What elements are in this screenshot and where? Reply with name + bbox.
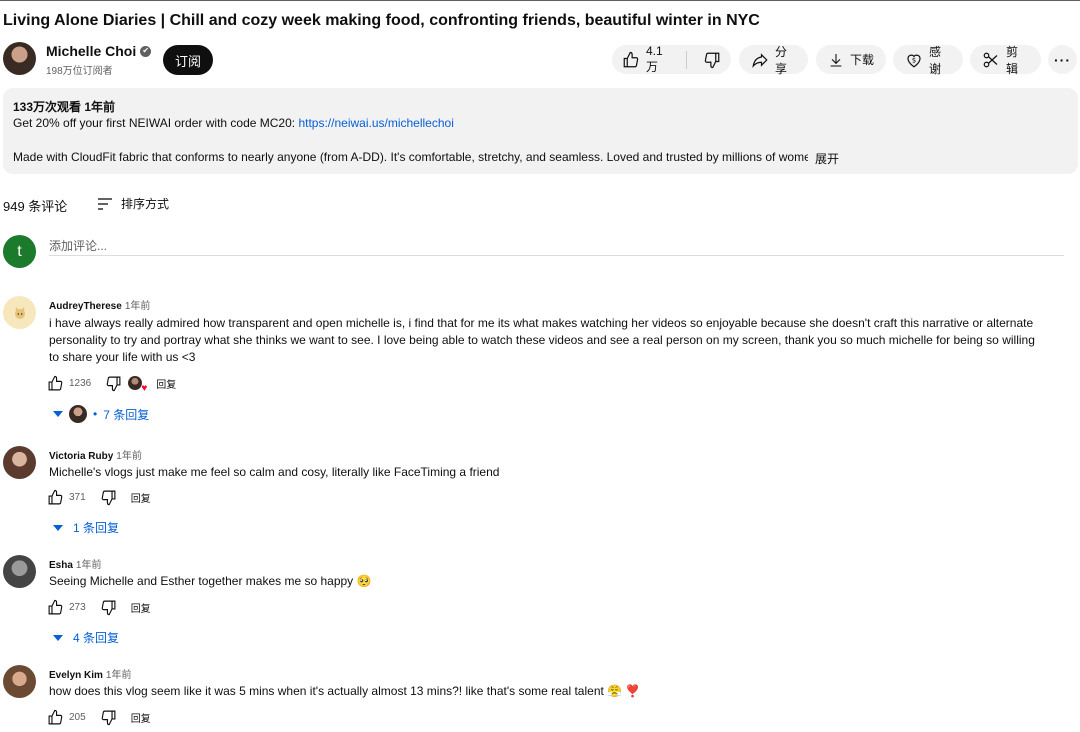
subscriber-count: 198万位订阅者: [46, 66, 113, 77]
creator-reply-avatar: [69, 405, 87, 423]
comment-time[interactable]: 1年前: [106, 670, 132, 681]
reply-button[interactable]: 回复: [156, 376, 176, 391]
description-box[interactable]: 133万次观看 1年前 Get 20% off your first NEIWA…: [3, 88, 1078, 174]
like-count: 4.1万: [646, 44, 663, 74]
comment-time[interactable]: 1年前: [116, 451, 142, 462]
comment-like-count: 205: [69, 711, 86, 723]
verified-icon: ✔: [140, 45, 152, 57]
replies-label: 1 条回复: [73, 521, 120, 535]
comment-actions: 1236 ♥ 回复: [47, 374, 176, 394]
sort-icon: [98, 197, 112, 210]
like-dislike-pill: 4.1万: [612, 44, 731, 74]
thumbs-down-icon[interactable]: [105, 375, 122, 392]
description-body: Made with CloudFit fabric that conforms …: [13, 150, 808, 164]
comment-author-avatar[interactable]: [3, 296, 36, 329]
comment-header: Esha 1年前: [49, 556, 101, 571]
comment-text: i have always really admired how transpa…: [49, 316, 1035, 364]
comment-author[interactable]: Esha: [49, 560, 73, 571]
view-replies-button[interactable]: 4 条回复: [53, 629, 119, 646]
channel-name[interactable]: Michelle Choi: [46, 43, 136, 59]
top-divider: [0, 0, 1080, 1]
thumbs-up-icon[interactable]: [47, 375, 64, 392]
my-avatar: t: [3, 235, 36, 268]
expand-description-button[interactable]: 展开: [815, 150, 839, 167]
comment-header: Victoria Ruby 1年前: [49, 447, 142, 462]
sort-comments-button[interactable]: 排序方式: [97, 195, 169, 212]
more-actions-button[interactable]: ···: [1048, 45, 1077, 74]
thumbs-down-icon[interactable]: [100, 709, 117, 726]
thumbs-up-icon[interactable]: [47, 599, 64, 616]
subscribe-button[interactable]: 订阅: [163, 45, 213, 75]
thanks-label: 感谢: [929, 44, 942, 76]
comment-count: 949 条评论: [3, 199, 68, 214]
replies-dot: •: [93, 407, 98, 421]
like-button[interactable]: 4.1万: [612, 44, 680, 74]
creator-heart-badge: ♥: [128, 376, 147, 394]
thanks-heart-dollar-icon: $: [907, 54, 921, 67]
download-button[interactable]: 下载: [816, 45, 886, 74]
add-comment-input[interactable]: [49, 236, 1064, 256]
thumbs-down-icon[interactable]: [100, 489, 117, 506]
channel-name-row[interactable]: Michelle Choi ✔: [46, 43, 152, 59]
view-count-date: 133万次观看 1年前: [13, 100, 116, 114]
dislike-button[interactable]: [693, 45, 731, 74]
comment-like-count: 273: [69, 601, 86, 613]
chevron-down-icon: [53, 634, 63, 641]
reply-button[interactable]: 回复: [131, 600, 151, 615]
thumbs-up-icon: [623, 51, 639, 67]
comment-actions: 371 回复: [47, 488, 151, 506]
comment-header: Evelyn Kim 1年前: [49, 666, 131, 681]
comment-author[interactable]: Evelyn Kim: [49, 670, 103, 681]
chevron-down-icon: [53, 411, 63, 417]
share-label: 分享: [775, 44, 788, 76]
comment-author-avatar[interactable]: [3, 555, 36, 588]
sort-label: 排序方式: [121, 197, 170, 211]
comment-header: AudreyTherese 1年前: [49, 297, 150, 312]
view-replies-button[interactable]: 1 条回复: [53, 519, 119, 536]
thumbs-down-icon: [704, 52, 720, 68]
share-icon: [752, 52, 768, 68]
comment-author[interactable]: AudreyTherese: [49, 301, 122, 312]
download-label: 下载: [850, 53, 875, 67]
reply-button[interactable]: 回复: [131, 710, 151, 725]
comment-author-avatar[interactable]: [3, 446, 36, 479]
chevron-down-icon: [53, 524, 63, 531]
reply-button[interactable]: 回复: [131, 490, 151, 505]
promo-link[interactable]: https://neiwai.us/michellechoi: [298, 116, 453, 130]
comment-time[interactable]: 1年前: [76, 560, 102, 571]
comment-time[interactable]: 1年前: [125, 301, 151, 312]
channel-avatar[interactable]: [3, 42, 36, 75]
clip-label: 剪辑: [1006, 44, 1019, 76]
heart-icon: ♥: [141, 383, 148, 394]
comment-like-count: 1236: [69, 377, 92, 389]
comment-text: Seeing Michelle and Esther together make…: [49, 574, 372, 588]
like-separator: [686, 50, 687, 69]
download-icon: [830, 53, 842, 67]
promo-text: Get 20% off your first NEIWAI order with…: [13, 116, 299, 130]
svg-text:$: $: [912, 56, 916, 64]
comment-like-count: 371: [69, 491, 86, 503]
replies-label: 4 条回复: [73, 631, 120, 645]
scissors-icon: [983, 52, 998, 67]
comment-author[interactable]: Victoria Ruby: [49, 451, 113, 462]
thumbs-up-icon[interactable]: [47, 709, 64, 726]
share-button[interactable]: 分享: [739, 44, 808, 76]
comment-actions: 273 回复: [47, 598, 151, 616]
comment-text: how does this vlog seem like it was 5 mi…: [49, 684, 641, 698]
clip-button[interactable]: 剪辑: [970, 44, 1041, 76]
replies-label: 7 条回复: [103, 407, 150, 422]
comment-actions: 205 回复: [47, 708, 151, 726]
comment-text: Michelle's vlogs just make me feel so ca…: [49, 465, 500, 479]
cat-illustration-icon: [14, 306, 25, 319]
video-title: Living Alone Diaries | Chill and cozy we…: [3, 12, 760, 29]
view-replies-button[interactable]: • 7 条回复: [53, 405, 149, 423]
thumbs-up-icon[interactable]: [47, 489, 64, 506]
description-promo: Get 20% off your first NEIWAI order with…: [13, 116, 454, 130]
thanks-button[interactable]: $ 感谢: [893, 44, 963, 76]
thumbs-down-icon[interactable]: [100, 599, 117, 616]
comment-author-avatar[interactable]: [3, 665, 36, 698]
